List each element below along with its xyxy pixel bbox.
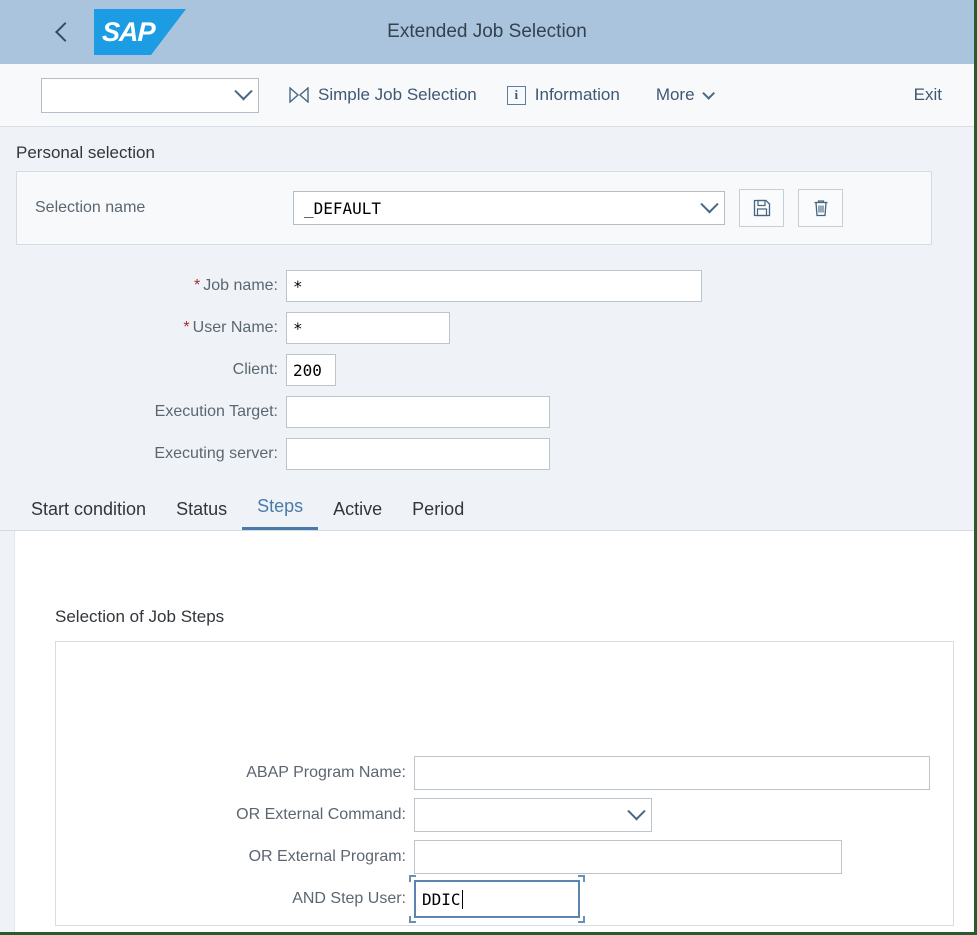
focus-corner-top-left (409, 875, 416, 882)
tab-start-condition[interactable]: Start condition (16, 499, 161, 530)
delete-selection-button[interactable] (798, 189, 843, 227)
personal-selection-title: Personal selection (0, 127, 974, 171)
chevron-left-icon (55, 22, 75, 42)
save-floppy-icon (752, 198, 772, 218)
variant-select[interactable] (41, 78, 259, 113)
field-row-and-step-user: AND Step User: DDIC (56, 878, 953, 920)
tab-active[interactable]: Active (318, 499, 397, 530)
application-window: SAP Extended Job Selection Simple Job Se… (0, 0, 974, 932)
info-square-icon: i (507, 86, 526, 105)
field-row-client: Client: 200 (0, 349, 974, 391)
field-row-or-external-program: OR External Program: (56, 836, 953, 878)
job-filter-fields: *Job name: * *User Name: * Client: 200 E… (0, 245, 974, 475)
and-step-user-focus-frame: DDIC (414, 880, 580, 918)
focus-corner-top-right (578, 875, 585, 882)
execution-target-input[interactable] (286, 396, 550, 428)
user-name-label: *User Name: (0, 319, 286, 337)
focus-corner-bottom-right (578, 916, 585, 923)
focus-corner-bottom-left (409, 916, 416, 923)
client-input[interactable]: 200 (286, 354, 336, 386)
job-name-input[interactable]: * (286, 270, 702, 302)
user-name-input[interactable]: * (286, 312, 450, 344)
execution-target-label: Execution Target: (0, 403, 286, 421)
more-label: More (656, 85, 695, 105)
abap-program-name-label: ABAP Program Name: (56, 764, 414, 782)
tab-status[interactable]: Status (161, 499, 242, 530)
sap-logo: SAP (94, 9, 186, 55)
required-asterisk: * (194, 277, 200, 294)
save-selection-button[interactable] (739, 189, 784, 227)
and-step-user-value: DDIC (422, 890, 461, 909)
selection-name-combo[interactable]: _DEFAULT (293, 191, 725, 225)
selection-name-label: Selection name (35, 199, 293, 217)
chevron-down-icon (234, 82, 252, 100)
tab-period[interactable]: Period (397, 499, 479, 530)
chevron-down-icon (702, 87, 715, 100)
executing-server-label: Executing server: (0, 445, 286, 463)
client-label: Client: (0, 361, 286, 379)
job-steps-box: ABAP Program Name: OR External Command: … (55, 641, 954, 926)
chevron-down-icon (627, 802, 645, 820)
sap-logo-text: SAP (101, 17, 155, 48)
field-row-abap-program-name: ABAP Program Name: (56, 752, 953, 794)
information-button[interactable]: i Information (507, 85, 620, 105)
selection-of-job-steps-title: Selection of Job Steps (15, 607, 974, 627)
simple-job-selection-button[interactable]: Simple Job Selection (289, 85, 477, 105)
job-name-label: *Job name: (0, 277, 286, 295)
field-row-user-name: *User Name: * (0, 307, 974, 349)
or-external-program-label: OR External Program: (56, 848, 414, 866)
field-row-execution-target: Execution Target: (0, 391, 974, 433)
field-row-or-external-command: OR External Command: (56, 794, 953, 836)
or-external-command-label: OR External Command: (56, 806, 414, 824)
abap-program-name-input[interactable] (414, 756, 930, 790)
field-row-executing-server: Executing server: (0, 433, 974, 475)
tab-steps[interactable]: Steps (242, 496, 318, 530)
field-row-job-name: *Job name: * (0, 265, 974, 307)
exit-button[interactable]: Exit (914, 85, 942, 105)
selection-name-value: _DEFAULT (304, 199, 703, 218)
tab-bar: Start condition Status Steps Active Peri… (0, 489, 974, 531)
simple-job-selection-label: Simple Job Selection (318, 85, 477, 105)
and-step-user-input[interactable]: DDIC (414, 880, 580, 918)
trash-can-icon (811, 198, 831, 218)
or-external-program-input[interactable] (414, 840, 842, 874)
text-cursor (462, 890, 464, 909)
content-area: Personal selection Selection name _DEFAU… (0, 127, 974, 932)
toolbar: Simple Job Selection i Information More … (0, 64, 974, 127)
shell-header: SAP Extended Job Selection (0, 0, 974, 64)
executing-server-input[interactable] (286, 438, 550, 470)
required-asterisk: * (183, 319, 189, 336)
bowtie-collapse-icon (289, 87, 309, 103)
information-label: Information (535, 85, 620, 105)
more-menu-button[interactable]: More (656, 85, 711, 105)
and-step-user-label: AND Step User: (56, 890, 414, 908)
back-button[interactable] (40, 10, 84, 54)
personal-selection-panel: Selection name _DEFAULT (16, 171, 932, 245)
or-external-command-combo[interactable] (414, 798, 652, 832)
chevron-down-icon (700, 195, 718, 213)
steps-tab-panel: Selection of Job Steps ABAP Program Name… (14, 531, 974, 932)
